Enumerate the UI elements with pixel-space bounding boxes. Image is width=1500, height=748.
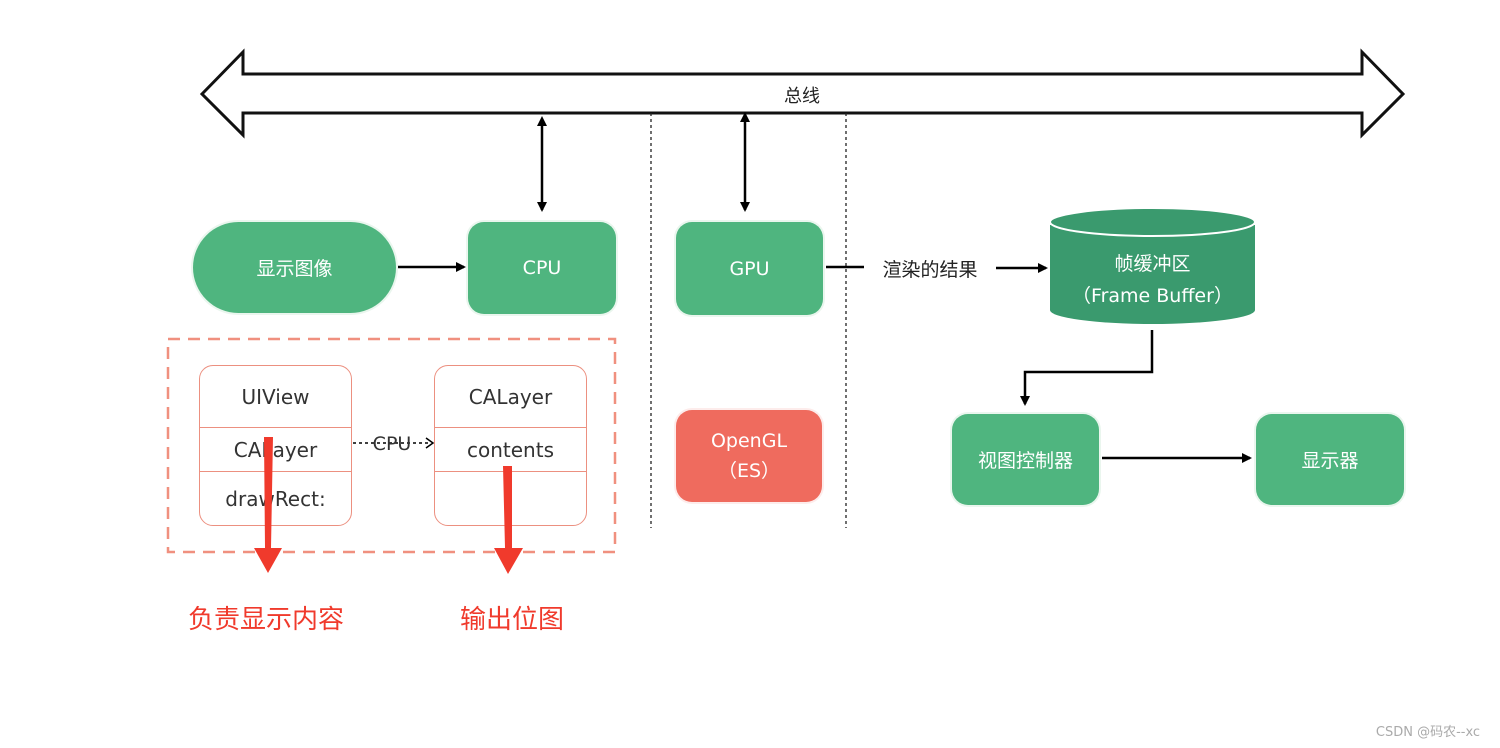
annotation-display-content: 负责显示内容 <box>187 604 344 635</box>
annotation-output-bitmap: 输出位图 <box>459 604 564 635</box>
watermark: CSDN @码农--xc <box>1375 724 1481 740</box>
cpu-arrow-label: CPU <box>372 433 412 455</box>
red-arrow-left <box>254 437 282 573</box>
red-arrow-right <box>494 466 523 574</box>
diagram: 总线 显示图像 CPU GPU 渲染的结果 帧缓冲区 （Frame Buffer… <box>0 0 1500 748</box>
